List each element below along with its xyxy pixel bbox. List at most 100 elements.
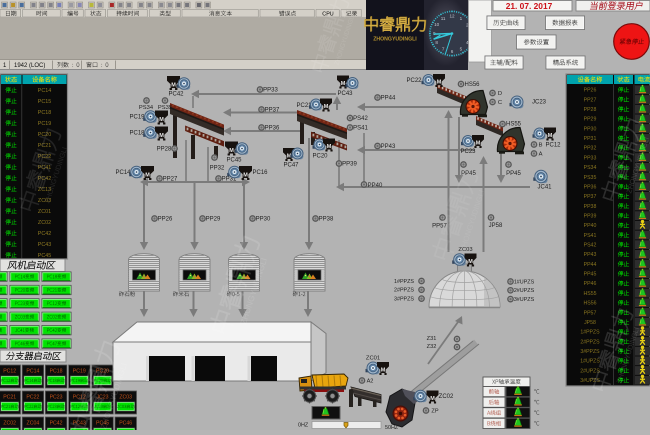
svg-text:PP29: PP29 — [584, 117, 597, 123]
svg-text:PP38: PP38 — [319, 217, 334, 223]
svg-text:PC21: PC21 — [38, 143, 52, 149]
svg-text:PC23: PC23 — [460, 149, 476, 155]
svg-text:PC19: PC19 — [73, 368, 86, 374]
svg-text:PC45: PC45 — [38, 253, 52, 259]
svg-text:21. 07. 2017: 21. 07. 2017 — [506, 1, 553, 11]
svg-text:HS55: HS55 — [584, 291, 597, 297]
svg-text:A: A — [539, 152, 543, 158]
svg-text:PS41: PS41 — [584, 233, 597, 239]
svg-text:PP46: PP46 — [584, 281, 597, 287]
svg-text:PP45: PP45 — [506, 171, 521, 177]
svg-text:HS55: HS55 — [506, 122, 522, 128]
svg-text:1#PPZS: 1#PPZS — [394, 279, 414, 285]
svg-text:3#UPZS: 3#UPZS — [580, 378, 600, 384]
svg-text:PC43: PC43 — [337, 91, 353, 97]
svg-text:M: M — [171, 82, 176, 88]
svg-text:7: 7 — [442, 46, 445, 51]
svg-text:M: M — [159, 117, 164, 123]
svg-text:PP44: PP44 — [381, 96, 396, 102]
svg-text:PP38: PP38 — [584, 204, 597, 210]
svg-text:M: M — [324, 104, 329, 110]
svg-text:PC18: PC18 — [38, 110, 52, 116]
svg-text:PC42: PC42 — [168, 92, 184, 98]
svg-text:PS42: PS42 — [353, 116, 368, 122]
svg-text:PP28: PP28 — [584, 107, 597, 113]
svg-text:2#PPZS: 2#PPZS — [580, 339, 600, 345]
svg-text:PC22: PC22 — [26, 394, 39, 400]
svg-text:1#UPZS: 1#UPZS — [580, 359, 600, 365]
svg-text:PC42: PC42 — [38, 231, 52, 237]
svg-text:ZC02: ZC02 — [439, 394, 454, 400]
svg-text:PC42: PC42 — [50, 420, 63, 426]
svg-text:PP31: PP31 — [584, 136, 597, 142]
svg-text:PP37: PP37 — [265, 108, 280, 114]
svg-text:M: M — [145, 172, 150, 178]
svg-text:M: M — [327, 144, 332, 150]
svg-text:M: M — [548, 133, 553, 139]
svg-text:ZC03: ZC03 — [119, 394, 132, 400]
svg-text:M: M — [468, 259, 473, 265]
svg-text:2#PPZS: 2#PPZS — [394, 288, 414, 294]
svg-text:PS35: PS35 — [584, 175, 597, 181]
svg-text:PP40: PP40 — [368, 183, 383, 189]
svg-text:JP58: JP58 — [584, 320, 596, 326]
svg-text:PC21: PC21 — [3, 394, 16, 400]
svg-text:M: M — [476, 141, 481, 147]
svg-text:PP26: PP26 — [158, 217, 173, 223]
svg-text:PC16: PC16 — [252, 170, 268, 176]
svg-text:PP44: PP44 — [584, 262, 597, 268]
svg-text:PC46: PC46 — [119, 420, 132, 426]
svg-text:PP39: PP39 — [584, 214, 597, 220]
svg-text:6: 6 — [451, 49, 454, 54]
svg-text:PP36: PP36 — [265, 126, 280, 132]
svg-text:PP33: PP33 — [263, 88, 278, 94]
svg-text:PP43: PP43 — [381, 144, 396, 150]
svg-text:PP30: PP30 — [584, 126, 597, 132]
svg-text:JC41: JC41 — [537, 185, 552, 191]
svg-text:PC45: PC45 — [226, 158, 242, 164]
svg-text:PP43: PP43 — [584, 252, 597, 258]
svg-text:1#PPZS: 1#PPZS — [580, 330, 600, 336]
svg-text:1: 1 — [460, 16, 463, 21]
svg-text:PP29: PP29 — [206, 217, 221, 223]
svg-text:M: M — [430, 396, 435, 402]
svg-text:PP33: PP33 — [584, 155, 597, 161]
svg-text:PC43: PC43 — [38, 242, 52, 248]
svg-text:3#PPZS: 3#PPZS — [580, 349, 600, 355]
svg-text:PP26: PP26 — [584, 88, 597, 94]
svg-text:PP30: PP30 — [256, 217, 271, 223]
svg-text:PC12: PC12 — [3, 368, 16, 374]
svg-text:ZC02: ZC02 — [3, 420, 16, 426]
svg-text:PP28: PP28 — [157, 147, 172, 153]
svg-text:D: D — [498, 91, 502, 97]
svg-text:2#UPZS: 2#UPZS — [514, 288, 535, 294]
svg-text:PP37: PP37 — [584, 194, 597, 200]
svg-text:12: 12 — [449, 13, 455, 18]
svg-text:PC47: PC47 — [283, 163, 299, 169]
svg-text:ZC04: ZC04 — [27, 420, 40, 426]
svg-text:3#UPZS: 3#UPZS — [514, 297, 535, 303]
svg-text:PC19: PC19 — [129, 115, 145, 121]
svg-text:M: M — [229, 148, 234, 154]
svg-text:M: M — [243, 172, 248, 178]
svg-text:PC20: PC20 — [312, 154, 328, 160]
svg-text:PP27: PP27 — [584, 97, 597, 103]
svg-text:PC19: PC19 — [38, 121, 52, 127]
svg-text:11: 11 — [441, 16, 446, 21]
svg-text:3#PPZS: 3#PPZS — [394, 297, 414, 303]
svg-text:1#UPZS: 1#UPZS — [514, 279, 535, 285]
svg-text:PC15: PC15 — [38, 99, 52, 105]
svg-text:HS56: HS56 — [584, 301, 597, 307]
svg-text:M: M — [341, 81, 346, 87]
svg-text:ZC01: ZC01 — [38, 209, 51, 215]
svg-text:PC14: PC14 — [115, 170, 131, 176]
svg-text:PC18: PC18 — [129, 131, 145, 137]
svg-text:M: M — [159, 133, 164, 139]
svg-text:PP32: PP32 — [584, 146, 597, 152]
svg-text:JC23: JC23 — [532, 100, 547, 106]
svg-text:PP27: PP27 — [163, 177, 178, 183]
svg-text:PP45: PP45 — [584, 272, 597, 278]
svg-text:ZC02: ZC02 — [38, 220, 51, 226]
svg-text:PP36: PP36 — [584, 184, 597, 190]
svg-text:A2: A2 — [367, 379, 374, 385]
